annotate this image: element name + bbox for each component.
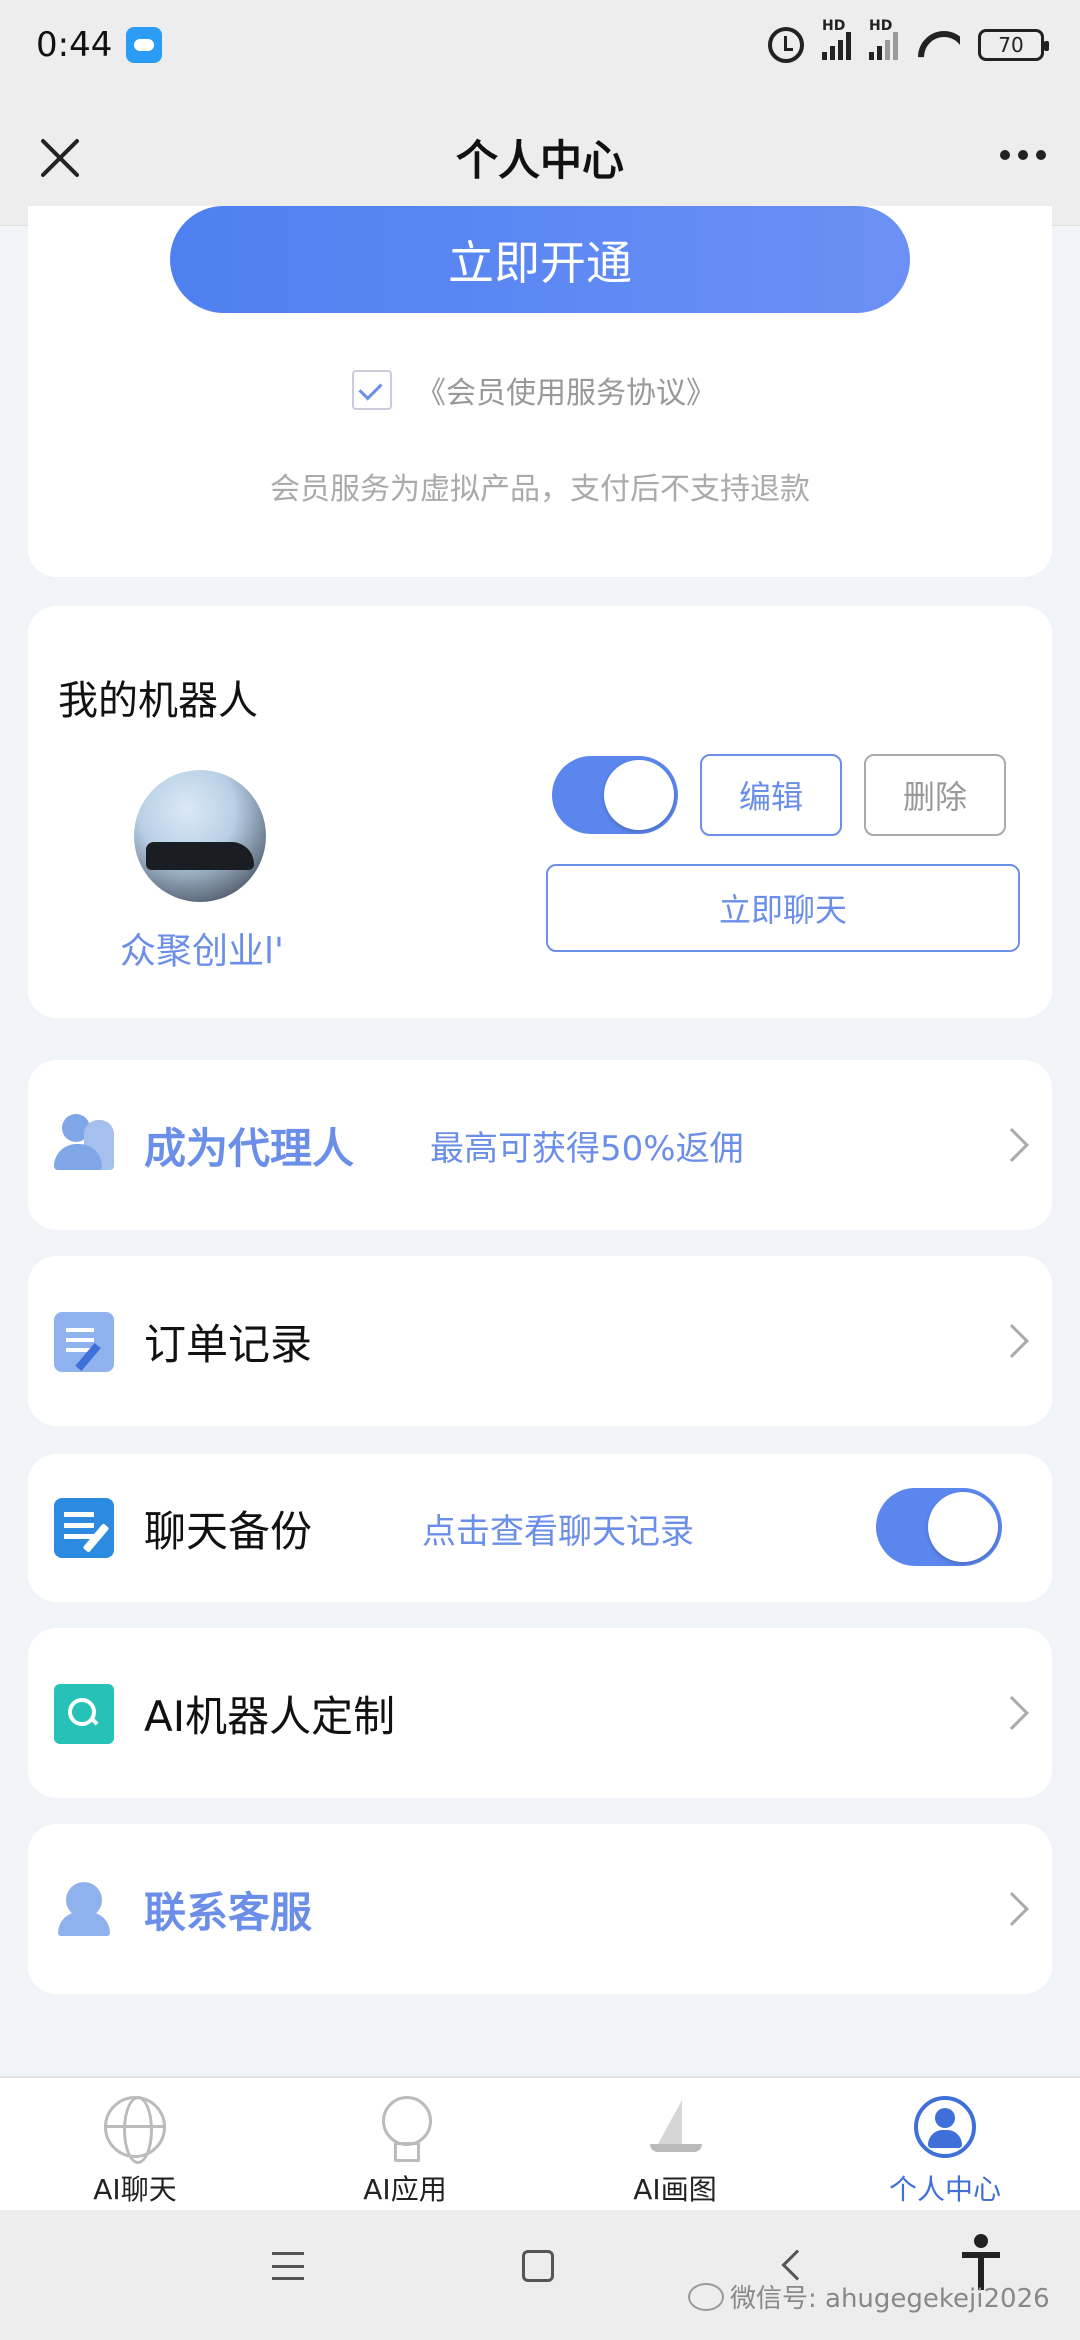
tab-profile[interactable]: 个人中心 bbox=[810, 2078, 1080, 2210]
refund-notice: 会员服务为虚拟产品，支付后不支持退款 bbox=[270, 472, 810, 507]
home-icon[interactable] bbox=[522, 2250, 554, 2282]
delete-robot-button[interactable]: 删除 bbox=[864, 754, 1006, 836]
globe-icon bbox=[104, 2096, 166, 2164]
tab-ai-apps[interactable]: AI应用 bbox=[270, 2078, 540, 2210]
open-membership-button[interactable]: 立即开通 bbox=[170, 206, 910, 313]
cloud-app-icon bbox=[126, 27, 163, 63]
tab-label: AI聊天 bbox=[93, 2173, 177, 2206]
watermark-text: 微信号: ahugegekeji2026 bbox=[730, 2284, 1050, 2314]
bottom-tab-bar: AI聊天 AI应用 AI画图 个人中心 bbox=[0, 2076, 1080, 2210]
user-icon bbox=[914, 2096, 976, 2158]
chat-now-button[interactable]: 立即聊天 bbox=[546, 864, 1020, 952]
robot-section-title: 我的机器人 bbox=[58, 678, 258, 724]
wechat-icon bbox=[688, 2282, 724, 2311]
close-icon[interactable] bbox=[30, 128, 90, 188]
robot-enable-toggle[interactable] bbox=[552, 756, 678, 834]
robot-name: 众聚创业l' bbox=[120, 931, 284, 972]
status-right: HD HD 70 bbox=[768, 18, 1049, 63]
wifi-icon bbox=[916, 29, 960, 61]
system-nav-bar: 微信号: ahugegekeji2026 bbox=[0, 2210, 1080, 2340]
agreement-link[interactable]: 《会员使用服务协议》 bbox=[416, 368, 716, 412]
agent-subtitle: 最高可获得50%返佣 bbox=[430, 1128, 744, 1169]
backup-subtitle[interactable]: 点击查看聊天记录 bbox=[422, 1504, 694, 1553]
customer-service-icon bbox=[54, 1878, 114, 1938]
tab-label: AI应用 bbox=[363, 2173, 447, 2206]
search-icon bbox=[54, 1684, 114, 1744]
status-bar: 0:44 HD HD 70 bbox=[0, 0, 1080, 90]
tab-ai-draw[interactable]: AI画图 bbox=[540, 2078, 810, 2210]
agreement-checkbox[interactable] bbox=[352, 370, 392, 410]
agent-label: 成为代理人 bbox=[144, 1123, 355, 1173]
alarm-icon bbox=[768, 27, 804, 63]
menu-item-ai-custom[interactable]: AI机器人定制 bbox=[28, 1628, 1052, 1798]
orders-label: 订单记录 bbox=[144, 1319, 313, 1369]
sail-icon bbox=[644, 2096, 706, 2158]
signal-1-icon: HD bbox=[822, 18, 851, 60]
menu-item-agent[interactable]: 成为代理人 最高可获得50%返佣 bbox=[28, 1060, 1052, 1230]
bulb-icon bbox=[374, 2096, 436, 2162]
signal-2-icon: HD bbox=[869, 18, 898, 60]
page-title: 个人中心 bbox=[455, 136, 624, 185]
custom-label: AI机器人定制 bbox=[144, 1691, 396, 1741]
chevron-right-icon bbox=[995, 1128, 1029, 1162]
edit-robot-button[interactable]: 编辑 bbox=[700, 754, 842, 836]
chat-backup-toggle[interactable] bbox=[876, 1488, 1002, 1566]
my-robot-card: 我的机器人 众聚创业l' 编辑 删除 立即聊天 bbox=[28, 606, 1052, 1018]
tab-ai-chat[interactable]: AI聊天 bbox=[0, 2078, 270, 2210]
people-icon bbox=[54, 1114, 114, 1174]
menu-item-chat-backup[interactable]: 聊天备份 点击查看聊天记录 bbox=[28, 1454, 1052, 1602]
back-icon[interactable] bbox=[781, 2249, 813, 2281]
menu-icon[interactable] bbox=[272, 2252, 304, 2280]
chevron-right-icon bbox=[995, 1696, 1029, 1730]
document-icon bbox=[54, 1312, 114, 1372]
tab-label: 个人中心 bbox=[888, 2173, 1001, 2206]
service-label: 联系客服 bbox=[144, 1887, 313, 1937]
chevron-right-icon bbox=[995, 1892, 1029, 1926]
backup-label: 聊天备份 bbox=[144, 1506, 313, 1556]
more-options-icon[interactable] bbox=[996, 146, 1050, 164]
tab-label: AI画图 bbox=[633, 2173, 717, 2206]
menu-item-orders[interactable]: 订单记录 bbox=[28, 1256, 1052, 1426]
watermark: 微信号: ahugegekeji2026 bbox=[688, 2278, 1050, 2315]
membership-card: 立即开通 《会员使用服务协议》 会员服务为虚拟产品，支付后不支持退款 bbox=[28, 206, 1052, 577]
status-left: 0:44 bbox=[36, 25, 163, 65]
chevron-right-icon bbox=[995, 1324, 1029, 1358]
status-time: 0:44 bbox=[36, 25, 113, 65]
menu-item-customer-service[interactable]: 联系客服 bbox=[28, 1824, 1052, 1994]
battery-icon: 70 bbox=[978, 29, 1049, 61]
edit-note-icon bbox=[54, 1498, 114, 1558]
robot-avatar[interactable] bbox=[134, 770, 266, 902]
agreement-row: 《会员使用服务协议》 bbox=[352, 368, 716, 412]
